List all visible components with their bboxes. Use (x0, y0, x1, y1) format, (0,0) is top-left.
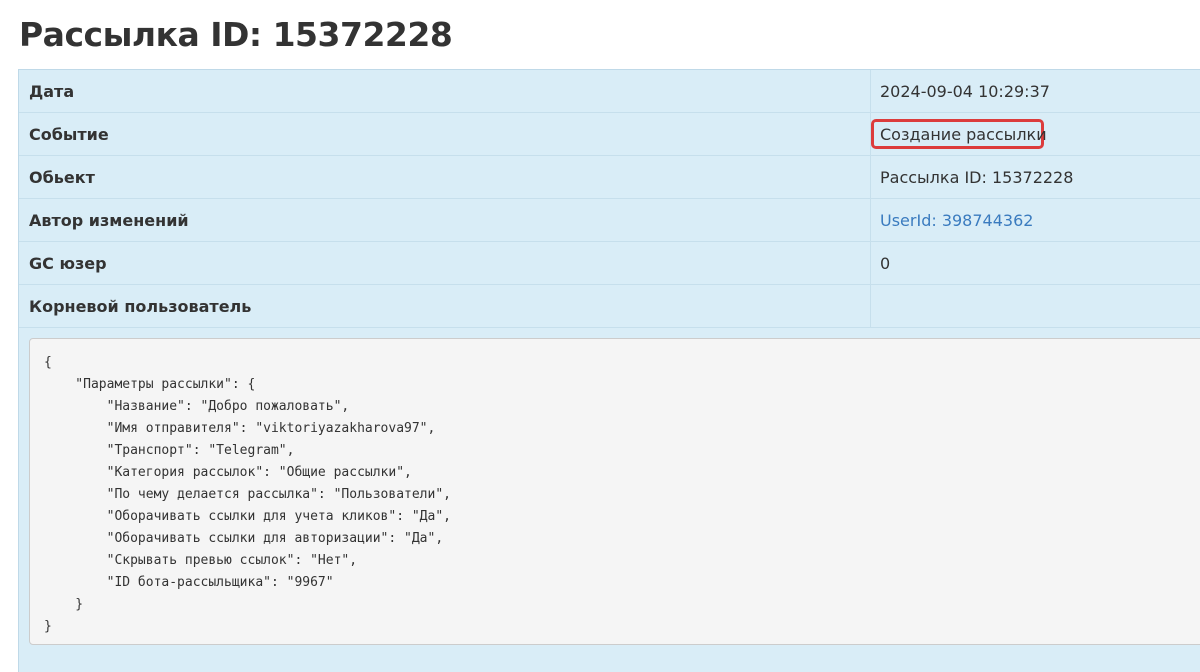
page: Рассылка ID: 15372228 Дата 2024-09-04 10… (0, 0, 1200, 672)
code-line: } (44, 619, 52, 634)
row-label-root-user: Корневой пользователь (29, 297, 252, 316)
column-divider (870, 199, 871, 241)
code-line: "Параметры рассылки": { (44, 377, 256, 392)
row-gc-user: GC юзер 0 (19, 242, 1200, 285)
row-value-gc-user: 0 (880, 254, 891, 273)
code-line: "Транспорт": "Telegram", (44, 443, 295, 458)
code-line: "Оборачивать ссылки для авторизации": "Д… (44, 531, 444, 546)
code-line: "По чему делается рассылка": "Пользовате… (44, 487, 451, 502)
row-object: Обьект Рассылка ID: 15372228 (19, 156, 1200, 199)
code-line: "Оборачивать ссылки для учета кликов": "… (44, 509, 451, 524)
row-date: Дата 2024-09-04 10:29:37 (19, 70, 1200, 113)
code-line: "Скрывать превью ссылок": "Нет", (44, 553, 358, 568)
row-label-gc-user: GC юзер (29, 254, 107, 273)
code-line: "Категория рассылок": "Общие рассылки", (44, 465, 412, 480)
row-value-date: 2024-09-04 10:29:37 (880, 82, 1050, 101)
column-divider (870, 156, 871, 198)
row-author: Автор изменений UserId: 398744362 (19, 199, 1200, 242)
json-code-block: { "Параметры рассылки": { "Название": "Д… (29, 338, 1200, 645)
row-value-object: Рассылка ID: 15372228 (880, 168, 1074, 187)
row-label-event: Событие (29, 125, 109, 144)
row-label-author: Автор изменений (29, 211, 189, 230)
page-title: Рассылка ID: 15372228 (19, 15, 453, 54)
row-root-user: Корневой пользователь (19, 285, 1200, 328)
column-divider (870, 70, 871, 112)
author-user-link[interactable]: UserId: 398744362 (880, 199, 1033, 242)
row-label-object: Обьект (29, 168, 95, 187)
details-panel: Дата 2024-09-04 10:29:37 Событие Создани… (18, 69, 1200, 672)
code-line: { (44, 355, 52, 370)
code-line: "ID бота-рассыльщика": "9967" (44, 575, 334, 590)
row-value-event: Создание рассылки (880, 125, 1047, 144)
row-event: Событие Создание рассылки (19, 113, 1200, 156)
code-line: } (44, 597, 84, 612)
column-divider (870, 285, 871, 327)
row-label-date: Дата (29, 82, 75, 101)
code-line: "Имя отправителя": "viktoriyazakharova97… (44, 421, 436, 436)
code-line: "Название": "Добро пожаловать", (44, 399, 350, 414)
column-divider (870, 242, 871, 284)
